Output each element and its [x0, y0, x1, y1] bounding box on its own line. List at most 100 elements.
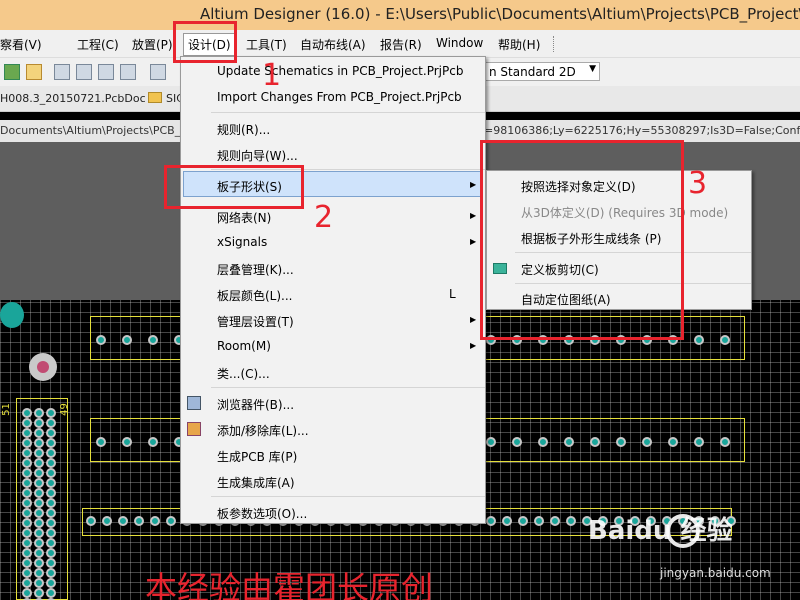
pcb-pad: [46, 468, 56, 478]
pcb-pad: [46, 458, 56, 468]
annotation-box-1: [173, 21, 237, 63]
pcb-pad: [486, 516, 496, 526]
menu-item-classes[interactable]: 类...(C)...: [217, 365, 270, 382]
baidu-logo: Baidu 经验: [588, 516, 733, 546]
menu-item-xsignals[interactable]: xSignals: [217, 235, 267, 249]
pcb-pad: [34, 568, 44, 578]
pcb-pad: [46, 518, 56, 528]
pcb-pad: [564, 437, 574, 447]
pcb-pad: [34, 528, 44, 538]
menu-item-add-remove-library[interactable]: 添加/移除库(L)...: [217, 422, 309, 439]
menu-item-layer-colors[interactable]: 板层颜色(L)...: [217, 287, 293, 304]
pcb-pad: [34, 478, 44, 488]
pcb-pad: [22, 488, 32, 498]
menu-item-make-pcb-library[interactable]: 生成PCB 库(P): [217, 448, 297, 465]
pcb-pad: [122, 437, 132, 447]
view-mode-select[interactable]: n Standard 2D ▼: [484, 62, 600, 81]
select-icon[interactable]: [98, 64, 114, 80]
window-title: Altium Designer (16.0) - E:\Users\Public…: [200, 5, 800, 23]
design-dropdown-menu: Update Schematics in PCB_Project.PrjPcb …: [180, 56, 486, 524]
pcb-pad: [22, 578, 32, 588]
menu-reports[interactable]: 报告(R): [380, 36, 422, 53]
menu-item-layer-sets[interactable]: 管理层设置(T): [217, 313, 294, 330]
pcb-pad: [148, 437, 158, 447]
menu-help[interactable]: 帮助(H): [498, 36, 540, 53]
menu-bar: 察看(V) 工程(C) 放置(P) 设计(D) 工具(T) 自动布线(A) 报告…: [0, 30, 800, 58]
menu-item-import-changes[interactable]: Import Changes From PCB_Project.PrjPcb: [217, 90, 462, 104]
document-path: Documents\Altium\Projects\PCB_P: [0, 124, 187, 137]
pcb-pad: [46, 498, 56, 508]
chevron-down-icon: ▼: [589, 64, 596, 74]
menu-item-update-schematics[interactable]: Update Schematics in PCB_Project.PrjPcb: [217, 64, 463, 78]
menubar-separator: [553, 36, 555, 52]
silk-label-51: 51: [0, 403, 12, 416]
menu-separator: [211, 496, 485, 497]
folder-icon: [148, 92, 162, 103]
menu-item-rules[interactable]: 规则(R)...: [217, 121, 270, 138]
pcb-pad: [46, 528, 56, 538]
pcb-pad: [34, 428, 44, 438]
pcb-pad: [22, 458, 32, 468]
pcb-pad: [34, 588, 44, 598]
pcb-pad: [590, 437, 600, 447]
menu-item-room[interactable]: Room(M): [217, 339, 271, 353]
menu-place[interactable]: 放置(P): [132, 36, 173, 53]
pcb-pad: [34, 458, 44, 468]
pcb-pad: [34, 518, 44, 528]
pcb-pad: [46, 548, 56, 558]
zoom-area-icon[interactable]: [76, 64, 92, 80]
pcb-pad: [34, 538, 44, 548]
pcb-pad: [502, 516, 512, 526]
pcb-pad: [102, 516, 112, 526]
cut-icon[interactable]: [150, 64, 166, 80]
pcb-pad: [720, 437, 730, 447]
menu-project[interactable]: 工程(C): [77, 36, 119, 53]
pcb-pad: [34, 508, 44, 518]
pcb-pad: [148, 335, 158, 345]
pcb-pad: [22, 588, 32, 598]
zoom-icon[interactable]: [54, 64, 70, 80]
pcb-pad: [46, 428, 56, 438]
pcb-pad: [46, 418, 56, 428]
pcb-pad: [134, 516, 144, 526]
pcb-pad: [538, 437, 548, 447]
pcb-pad: [34, 448, 44, 458]
menu-autoroute[interactable]: 自动布线(A): [300, 36, 366, 53]
menu-item-board-options[interactable]: 板参数选项(O)...: [217, 505, 307, 522]
pcb-pad: [22, 568, 32, 578]
pcb-pad: [150, 516, 160, 526]
menu-tools[interactable]: 工具(T): [246, 36, 287, 53]
pcb-pad: [34, 558, 44, 568]
menu-item-rule-wizard[interactable]: 规则向导(W)...: [217, 147, 298, 164]
menu-view[interactable]: 察看(V): [0, 36, 42, 53]
pcb-pad: [22, 408, 32, 418]
pcb-pad: [34, 488, 44, 498]
pcb-pad: [22, 438, 32, 448]
pcb-pad: [22, 558, 32, 568]
pcb-pad: [46, 578, 56, 588]
pcb-pad: [34, 438, 44, 448]
annotation-box-3: [480, 140, 684, 340]
new-icon[interactable]: [4, 64, 20, 80]
pcb-pad: [46, 568, 56, 578]
pcb-pad: [34, 548, 44, 558]
shortcut-layer-colors: L: [449, 287, 456, 301]
filter-icon[interactable]: [120, 64, 136, 80]
pcb-pad: [22, 478, 32, 488]
pcb-pad: [22, 548, 32, 558]
menu-item-layer-stack[interactable]: 层叠管理(K)...: [217, 261, 294, 278]
tab-pcb-doc[interactable]: H008.3_20150721.PcbDoc *: [0, 92, 155, 105]
pcb-pad: [534, 516, 544, 526]
menu-item-netlist[interactable]: 网络表(N): [217, 209, 271, 226]
title-bar: Altium Designer (16.0) - E:\Users\Public…: [0, 0, 800, 30]
pcb-pad: [46, 508, 56, 518]
menu-item-make-integrated-library[interactable]: 生成集成库(A): [217, 474, 295, 491]
silk-label-49: 49: [58, 403, 70, 416]
view-parameters: =98106386;Ly=6225176;Hy=55308297;Is3D=Fa…: [484, 124, 800, 137]
annotation-number-2: 2: [314, 200, 334, 235]
pcb-pad: [34, 498, 44, 508]
menu-item-browse-components[interactable]: 浏览器件(B)...: [217, 396, 294, 413]
menu-window[interactable]: Window: [436, 36, 483, 50]
open-icon[interactable]: [26, 64, 42, 80]
pcb-pad: [550, 516, 560, 526]
